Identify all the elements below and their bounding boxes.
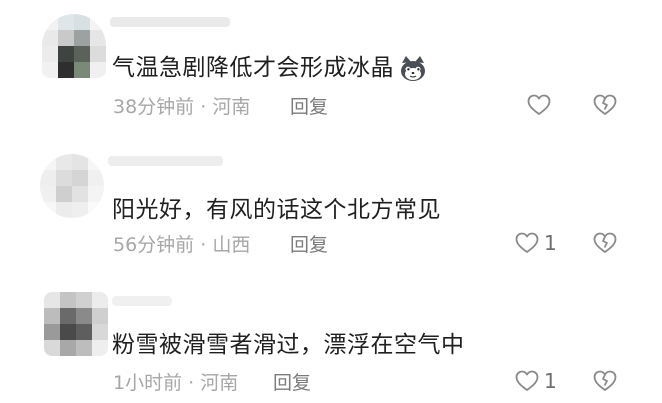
comment-text-content: 粉雪被滑雪者滑过，漂浮在空气中 xyxy=(112,332,465,358)
comment-text: 气温急剧降低才会形成冰晶 xyxy=(112,48,428,84)
comment-item: 粉雪被滑雪者滑过，漂浮在空气中 1小时前 · 河南 回复 1 xyxy=(0,280,662,403)
avatar[interactable] xyxy=(44,292,108,356)
heart-outline-icon xyxy=(515,370,539,391)
heart-outline-icon xyxy=(527,94,551,115)
avatar[interactable] xyxy=(42,14,106,78)
comment-text: 阳光好，有风的话这个北方常见 xyxy=(112,190,441,224)
broken-heart-outline-icon[interactable] xyxy=(592,230,618,256)
like-button[interactable] xyxy=(526,90,556,120)
meta-separator: · xyxy=(200,96,207,118)
comment-meta: 56分钟前 · 山西 xyxy=(113,230,250,257)
broken-heart-outline-icon[interactable] xyxy=(592,368,618,394)
username[interactable] xyxy=(108,156,223,166)
comment-location: 山西 xyxy=(212,234,251,256)
comment-text-content: 气温急剧降低才会形成冰晶 xyxy=(112,55,394,81)
comment-time: 38分钟前 xyxy=(113,96,195,118)
like-button[interactable]: 1 xyxy=(514,366,557,396)
meta-separator: · xyxy=(188,372,195,394)
comment-text: 粉雪被滑雪者滑过，漂浮在空气中 xyxy=(112,325,465,359)
reply-button[interactable]: 回复 xyxy=(273,368,311,395)
cat-face-emoji-icon xyxy=(401,55,425,81)
comment-time: 56分钟前 xyxy=(113,234,195,256)
reply-button[interactable]: 回复 xyxy=(290,230,328,257)
comment-item: 气温急剧降低才会形成冰晶 38分钟前 · 河南 回复 xyxy=(0,0,662,130)
comment-location: 河南 xyxy=(212,96,251,118)
comment-meta: 1小时前 · 河南 xyxy=(113,368,238,395)
comment-time: 1小时前 xyxy=(113,372,183,394)
like-count: 1 xyxy=(544,231,557,255)
comment-meta: 38分钟前 · 河南 xyxy=(113,92,250,119)
heart-outline-icon xyxy=(515,232,539,253)
reply-button[interactable]: 回复 xyxy=(290,92,328,119)
like-button[interactable]: 1 xyxy=(514,228,557,258)
username[interactable] xyxy=(110,17,230,27)
meta-separator: · xyxy=(200,234,207,256)
comment-text-content: 阳光好，有风的话这个北方常见 xyxy=(112,197,441,223)
username[interactable] xyxy=(112,296,172,306)
comment-item: 阳光好，有风的话这个北方常见 56分钟前 · 山西 回复 1 xyxy=(0,140,662,275)
avatar[interactable] xyxy=(40,154,104,218)
broken-heart-outline-icon[interactable] xyxy=(592,92,618,118)
comment-location: 河南 xyxy=(200,372,239,394)
like-count: 1 xyxy=(544,369,557,393)
